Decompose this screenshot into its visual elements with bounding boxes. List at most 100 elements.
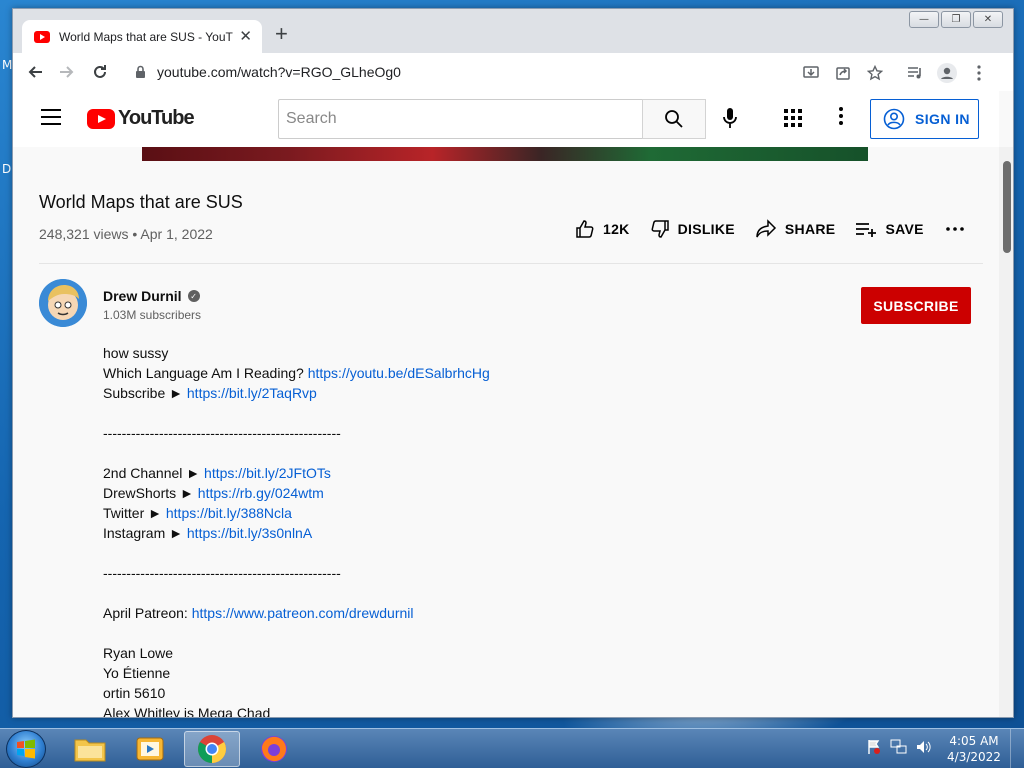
tab-title: World Maps that are SUS - YouTube <box>59 29 234 44</box>
description-line: Subscribe ► https://bit.ly/2TaqRvp <box>103 383 803 403</box>
taskbar-firefox[interactable] <box>246 731 302 767</box>
network-icon[interactable] <box>890 739 908 755</box>
bookmark-star-icon[interactable] <box>861 59 889 87</box>
scrollbar-thumb[interactable] <box>1003 161 1011 253</box>
channel-avatar[interactable] <box>39 279 87 327</box>
profile-avatar-icon[interactable] <box>933 59 961 87</box>
install-app-icon[interactable] <box>797 59 825 87</box>
desktop-icon-label-partial: D <box>2 162 12 176</box>
action-center-flag-icon[interactable] <box>866 739 882 755</box>
youtube-header: YouTube Search SIGN IN <box>13 91 999 147</box>
sign-in-button[interactable]: SIGN IN <box>870 99 979 139</box>
description-link[interactable]: https://bit.ly/2TaqRvp <box>187 385 317 401</box>
hamburger-menu-icon[interactable] <box>41 109 61 125</box>
windows-logo-icon <box>17 739 35 759</box>
taskbar-chrome[interactable] <box>184 731 240 767</box>
tab-close-icon[interactable]: ✕ <box>239 29 252 44</box>
description-text: ----------------------------------------… <box>103 425 341 441</box>
description-link[interactable]: https://bit.ly/3s0nlnA <box>187 525 312 541</box>
browser-tab[interactable]: World Maps that are SUS - YouTube ✕ <box>22 20 262 53</box>
save-button[interactable]: SAVE <box>855 221 923 237</box>
forward-icon[interactable] <box>53 58 81 86</box>
dislike-button[interactable]: DISLIKE <box>650 219 735 239</box>
like-count: 12K <box>603 221 630 237</box>
media-player-icon <box>136 737 164 761</box>
description-link[interactable]: https://rb.gy/024wtm <box>198 485 324 501</box>
like-button[interactable]: 12K <box>575 219 630 239</box>
share-page-icon[interactable] <box>829 59 857 87</box>
taskbar-clock[interactable]: 4:05 AM 4/3/2022 <box>944 733 1004 765</box>
reload-icon[interactable] <box>86 58 114 86</box>
description-text: 2nd Channel ► <box>103 465 205 481</box>
description-line <box>103 543 803 563</box>
search-input[interactable]: Search <box>278 99 643 139</box>
media-control-icon[interactable] <box>901 59 929 87</box>
taskbar-media-player[interactable] <box>122 731 178 767</box>
settings-more-icon[interactable] <box>839 107 843 130</box>
description-link[interactable]: https://bit.ly/388Ncla <box>166 505 292 521</box>
description-text: Instagram ► <box>103 525 187 541</box>
description-line: Instagram ► https://bit.ly/3s0nlnA <box>103 523 803 543</box>
save-playlist-icon <box>856 223 877 237</box>
browser-toolbar: youtube.com/watch?v=RGO_GLheOg0 <box>13 53 1013 91</box>
description-line <box>103 403 803 423</box>
description-line: how sussy <box>103 343 803 363</box>
description-line: April Patreon: https://www.patreon.com/d… <box>103 603 803 623</box>
video-title: World Maps that are SUS <box>39 192 243 212</box>
description-line: Which Language Am I Reading? https://you… <box>103 363 803 383</box>
sign-in-label: SIGN IN <box>915 111 970 127</box>
video-actions: 12K DISLIKE SHARE SAVE <box>575 219 984 239</box>
system-tray <box>866 739 932 755</box>
apps-grid-icon[interactable] <box>784 109 802 132</box>
address-bar[interactable]: youtube.com/watch?v=RGO_GLheOg0 <box>123 57 993 87</box>
verified-check-icon: ✓ <box>187 290 200 302</box>
desktop-icon-label-partial: M <box>2 58 13 72</box>
description-line <box>103 443 803 463</box>
thumbs-down-icon <box>651 220 669 238</box>
lock-icon <box>135 65 146 84</box>
show-desktop-button[interactable] <box>1010 729 1024 768</box>
youtube-logo[interactable]: YouTube <box>87 107 195 130</box>
description-text: Subscribe ► <box>103 385 187 401</box>
taskbar-file-explorer[interactable] <box>62 731 118 767</box>
subscribe-button[interactable]: SUBSCRIBE <box>861 287 971 324</box>
channel-name[interactable]: Drew Durnil ✓ <box>103 288 200 304</box>
maximize-button[interactable]: ❐ <box>941 11 971 28</box>
share-button[interactable]: SHARE <box>755 219 836 239</box>
video-player-bottom-edge[interactable] <box>142 147 868 161</box>
share-label: SHARE <box>784 221 836 237</box>
volume-icon[interactable] <box>916 739 932 755</box>
chrome-icon <box>198 735 226 763</box>
url-text: youtube.com/watch?v=RGO_GLheOg0 <box>157 64 401 80</box>
voice-search-mic-icon[interactable] <box>723 107 737 134</box>
description-text: how sussy <box>103 345 169 361</box>
new-tab-button[interactable]: + <box>275 23 288 45</box>
browser-menu-icon[interactable] <box>965 59 993 87</box>
description-text: Twitter ► <box>103 505 166 521</box>
description-line: Twitter ► https://bit.ly/388Ncla <box>103 503 803 523</box>
search-button[interactable] <box>642 99 706 139</box>
browser-titlebar: World Maps that are SUS - YouTube ✕ + — … <box>13 9 1013 53</box>
description-text: Alex Whitley is Mega Chad <box>103 705 271 718</box>
description-link[interactable]: https://youtu.be/dESalbrhcHg <box>308 365 490 381</box>
window-controls: — ❐ ✕ <box>909 11 1003 28</box>
description-link[interactable]: https://bit.ly/2JFtOTs <box>204 465 331 481</box>
close-window-button[interactable]: ✕ <box>973 11 1003 28</box>
description-link[interactable]: https://www.patreon.com/drewdurnil <box>192 605 414 621</box>
page-scrollbar[interactable] <box>999 147 1013 717</box>
firefox-icon <box>261 736 287 762</box>
description-text: Ryan Lowe <box>103 645 174 661</box>
more-horizontal-icon <box>945 227 964 231</box>
clock-date: 4/3/2022 <box>947 750 1001 764</box>
account-circle-icon <box>883 108 905 130</box>
back-icon[interactable] <box>21 58 49 86</box>
description-text: ortin 5610 <box>103 685 166 701</box>
start-button[interactable] <box>6 730 46 768</box>
youtube-logo-text: YouTube <box>118 107 195 129</box>
minimize-button[interactable]: — <box>909 11 939 28</box>
description-text: Which Language Am I Reading? <box>103 365 308 381</box>
description-line: Alex Whitley is Mega Chad <box>103 703 803 718</box>
more-actions-button[interactable] <box>945 227 964 231</box>
description-line: ortin 5610 <box>103 683 803 703</box>
channel-name-text: Drew Durnil <box>103 288 182 304</box>
